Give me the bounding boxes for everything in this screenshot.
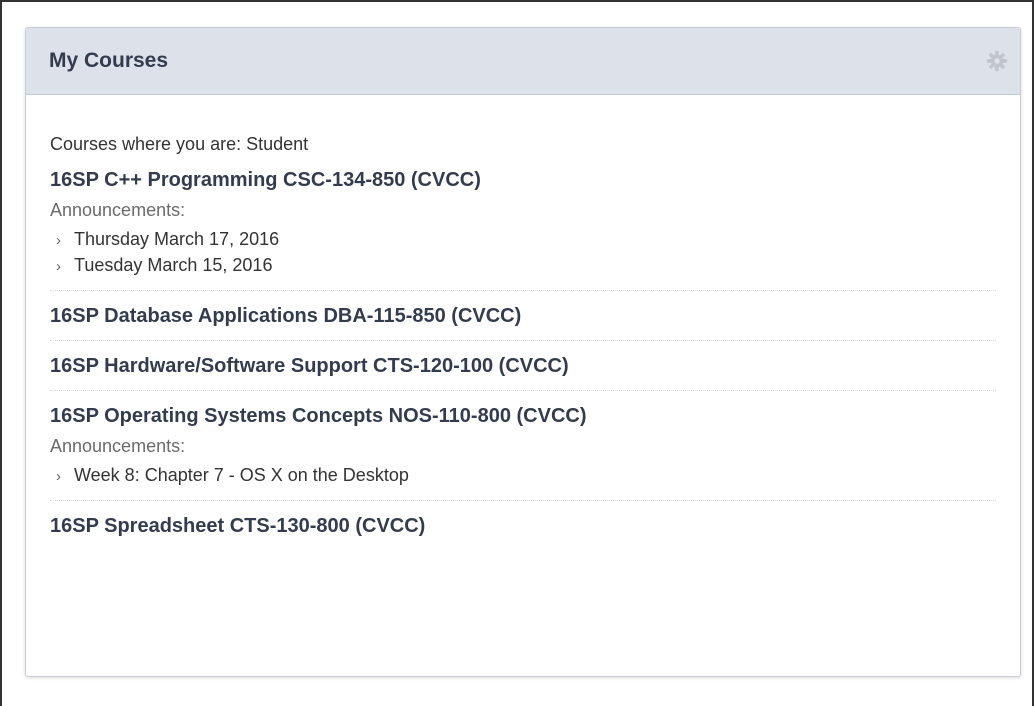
gear-icon[interactable]: [986, 50, 1008, 72]
module-header: My Courses: [26, 28, 1020, 95]
announcement-item[interactable]: › Tuesday March 15, 2016: [50, 253, 996, 279]
announcement-list: › Thursday March 17, 2016 › Tuesday March …: [50, 227, 996, 279]
announcements-label: Announcements:: [50, 436, 186, 456]
announcement-item[interactable]: › Thursday March 17, 2016: [50, 227, 996, 253]
course-item: 16SP Operating Systems Concepts NOS-110-…: [50, 391, 996, 501]
announcement-list: › Week 8: Chapter 7 - OS X on the Desktop: [50, 463, 996, 489]
role-line: Courses where you are: Student: [50, 134, 309, 154]
module-title: My Courses: [49, 49, 169, 72]
module-body: Courses where you are: Student 16SP C++ …: [26, 133, 1020, 550]
course-item: 16SP Hardware/Software Support CTS-120-1…: [50, 341, 996, 391]
course-item: 16SP Database Applications DBA-115-850 (…: [50, 291, 996, 341]
announcement-title: Thursday March 17, 2016: [74, 229, 280, 249]
course-link[interactable]: 16SP Database Applications DBA-115-850 (…: [50, 291, 996, 329]
announcement-title: Tuesday March 15, 2016: [74, 255, 273, 275]
chevron-right-icon: ›: [56, 258, 61, 275]
announcement-item[interactable]: › Week 8: Chapter 7 - OS X on the Desktop: [50, 463, 996, 489]
announcement-title: Week 8: Chapter 7 - OS X on the Desktop: [74, 465, 409, 485]
announcements-label: Announcements:: [50, 200, 186, 220]
course-link[interactable]: 16SP Spreadsheet CTS-130-800 (CVCC): [50, 501, 996, 539]
course-link[interactable]: 16SP C++ Programming CSC-134-850 (CVCC): [50, 155, 996, 193]
chevron-right-icon: ›: [56, 468, 61, 485]
chevron-right-icon: ›: [56, 232, 61, 249]
course-item: 16SP C++ Programming CSC-134-850 (CVCC) …: [50, 155, 996, 291]
my-courses-module: My Courses Courses where you are: Studen…: [25, 27, 1021, 677]
course-link[interactable]: 16SP Operating Systems Concepts NOS-110-…: [50, 391, 996, 429]
course-link[interactable]: 16SP Hardware/Software Support CTS-120-1…: [50, 341, 996, 379]
course-item: 16SP Spreadsheet CTS-130-800 (CVCC): [50, 501, 996, 550]
